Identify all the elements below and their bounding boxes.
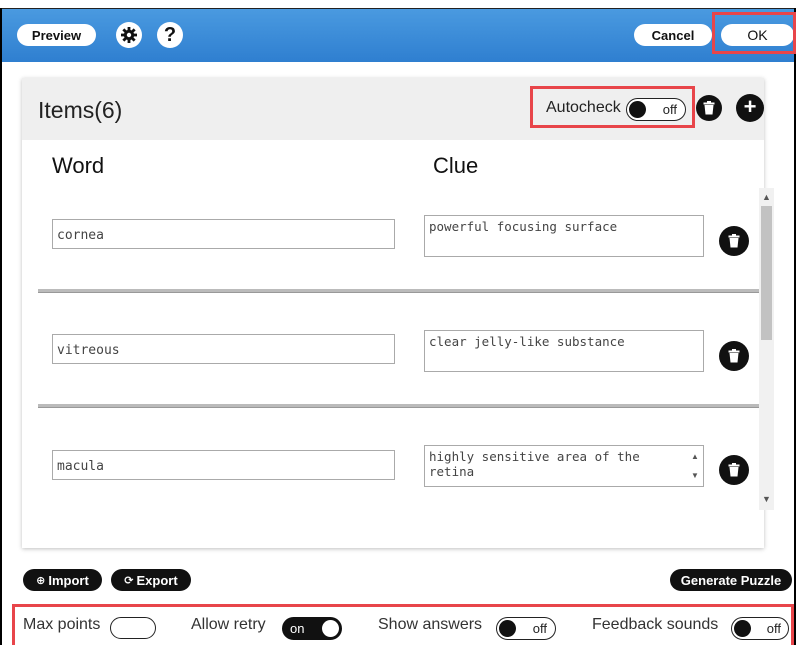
delete-all-button[interactable] <box>696 95 722 121</box>
row-divider <box>38 404 759 408</box>
gear-icon <box>121 27 137 43</box>
allow-retry-toggle[interactable]: on <box>282 617 342 640</box>
export-label: Export <box>136 572 178 588</box>
scroll-up-arrow[interactable]: ▲ <box>761 192 772 204</box>
help-icon: ? <box>163 24 177 46</box>
plus-icon: + <box>743 94 757 119</box>
import-icon: ⊕ <box>36 574 46 587</box>
max-points-label: Max points <box>23 616 101 633</box>
allow-retry-state: on <box>290 621 305 636</box>
trash-icon <box>728 349 740 363</box>
generate-puzzle-button[interactable]: Generate Puzzle <box>670 569 792 591</box>
word-column-header: Word <box>52 153 105 178</box>
clue-scrollbar[interactable]: ▲ ▼ <box>689 447 701 485</box>
trash-icon <box>728 463 740 477</box>
add-item-button[interactable]: + <box>736 94 764 122</box>
allow-retry-label: Allow retry <box>191 616 266 633</box>
top-strip <box>0 0 796 8</box>
word-input[interactable]: cornea <box>52 219 395 249</box>
clue-input[interactable]: clear jelly-like substance <box>424 330 704 372</box>
toggle-knob <box>734 620 751 637</box>
show-answers-label: Show answers <box>378 616 483 633</box>
import-button[interactable]: ⊕ Import <box>23 569 102 591</box>
trash-icon <box>703 101 715 115</box>
word-input[interactable]: vitreous <box>52 334 395 364</box>
trash-icon <box>728 234 740 248</box>
clue-input[interactable]: powerful focusing surface <box>424 215 704 257</box>
clue-column-header: Clue <box>433 153 479 178</box>
scroll-down-arrow[interactable]: ▼ <box>761 494 772 506</box>
delete-item-button[interactable] <box>719 341 749 371</box>
settings-button[interactable] <box>116 22 142 48</box>
toggle-knob <box>499 620 516 637</box>
clue-input[interactable]: highly sensitive area of the retina <box>424 445 704 487</box>
word-input[interactable]: macula <box>52 450 395 480</box>
feedback-sounds-label: Feedback sounds <box>592 616 719 633</box>
preview-button[interactable]: Preview <box>17 24 96 46</box>
show-answers-state: off <box>532 621 547 636</box>
row-divider <box>38 289 759 293</box>
delete-item-button[interactable] <box>719 455 749 485</box>
ok-highlight <box>712 12 796 54</box>
export-icon: ⟳ <box>124 574 134 587</box>
autocheck-highlight <box>530 86 695 128</box>
scroll-thumb[interactable] <box>761 206 772 340</box>
items-title: Items(6) <box>38 97 123 123</box>
items-panel: Items(6) Autocheck off + Word Clue corne… <box>22 78 774 548</box>
cancel-button[interactable]: Cancel <box>634 24 712 46</box>
show-answers-toggle[interactable]: off <box>496 617 556 640</box>
header-toolbar: Preview ? Cancel OK <box>2 8 794 62</box>
feedback-sounds-toggle[interactable]: off <box>731 617 789 640</box>
toggle-knob <box>322 620 339 637</box>
export-button[interactable]: ⟳ Export <box>111 569 191 591</box>
feedback-sounds-state: off <box>766 621 781 636</box>
import-label: Import <box>48 572 89 588</box>
delete-item-button[interactable] <box>719 226 749 256</box>
help-button[interactable]: ? <box>157 22 183 48</box>
max-points-input[interactable] <box>110 617 156 639</box>
